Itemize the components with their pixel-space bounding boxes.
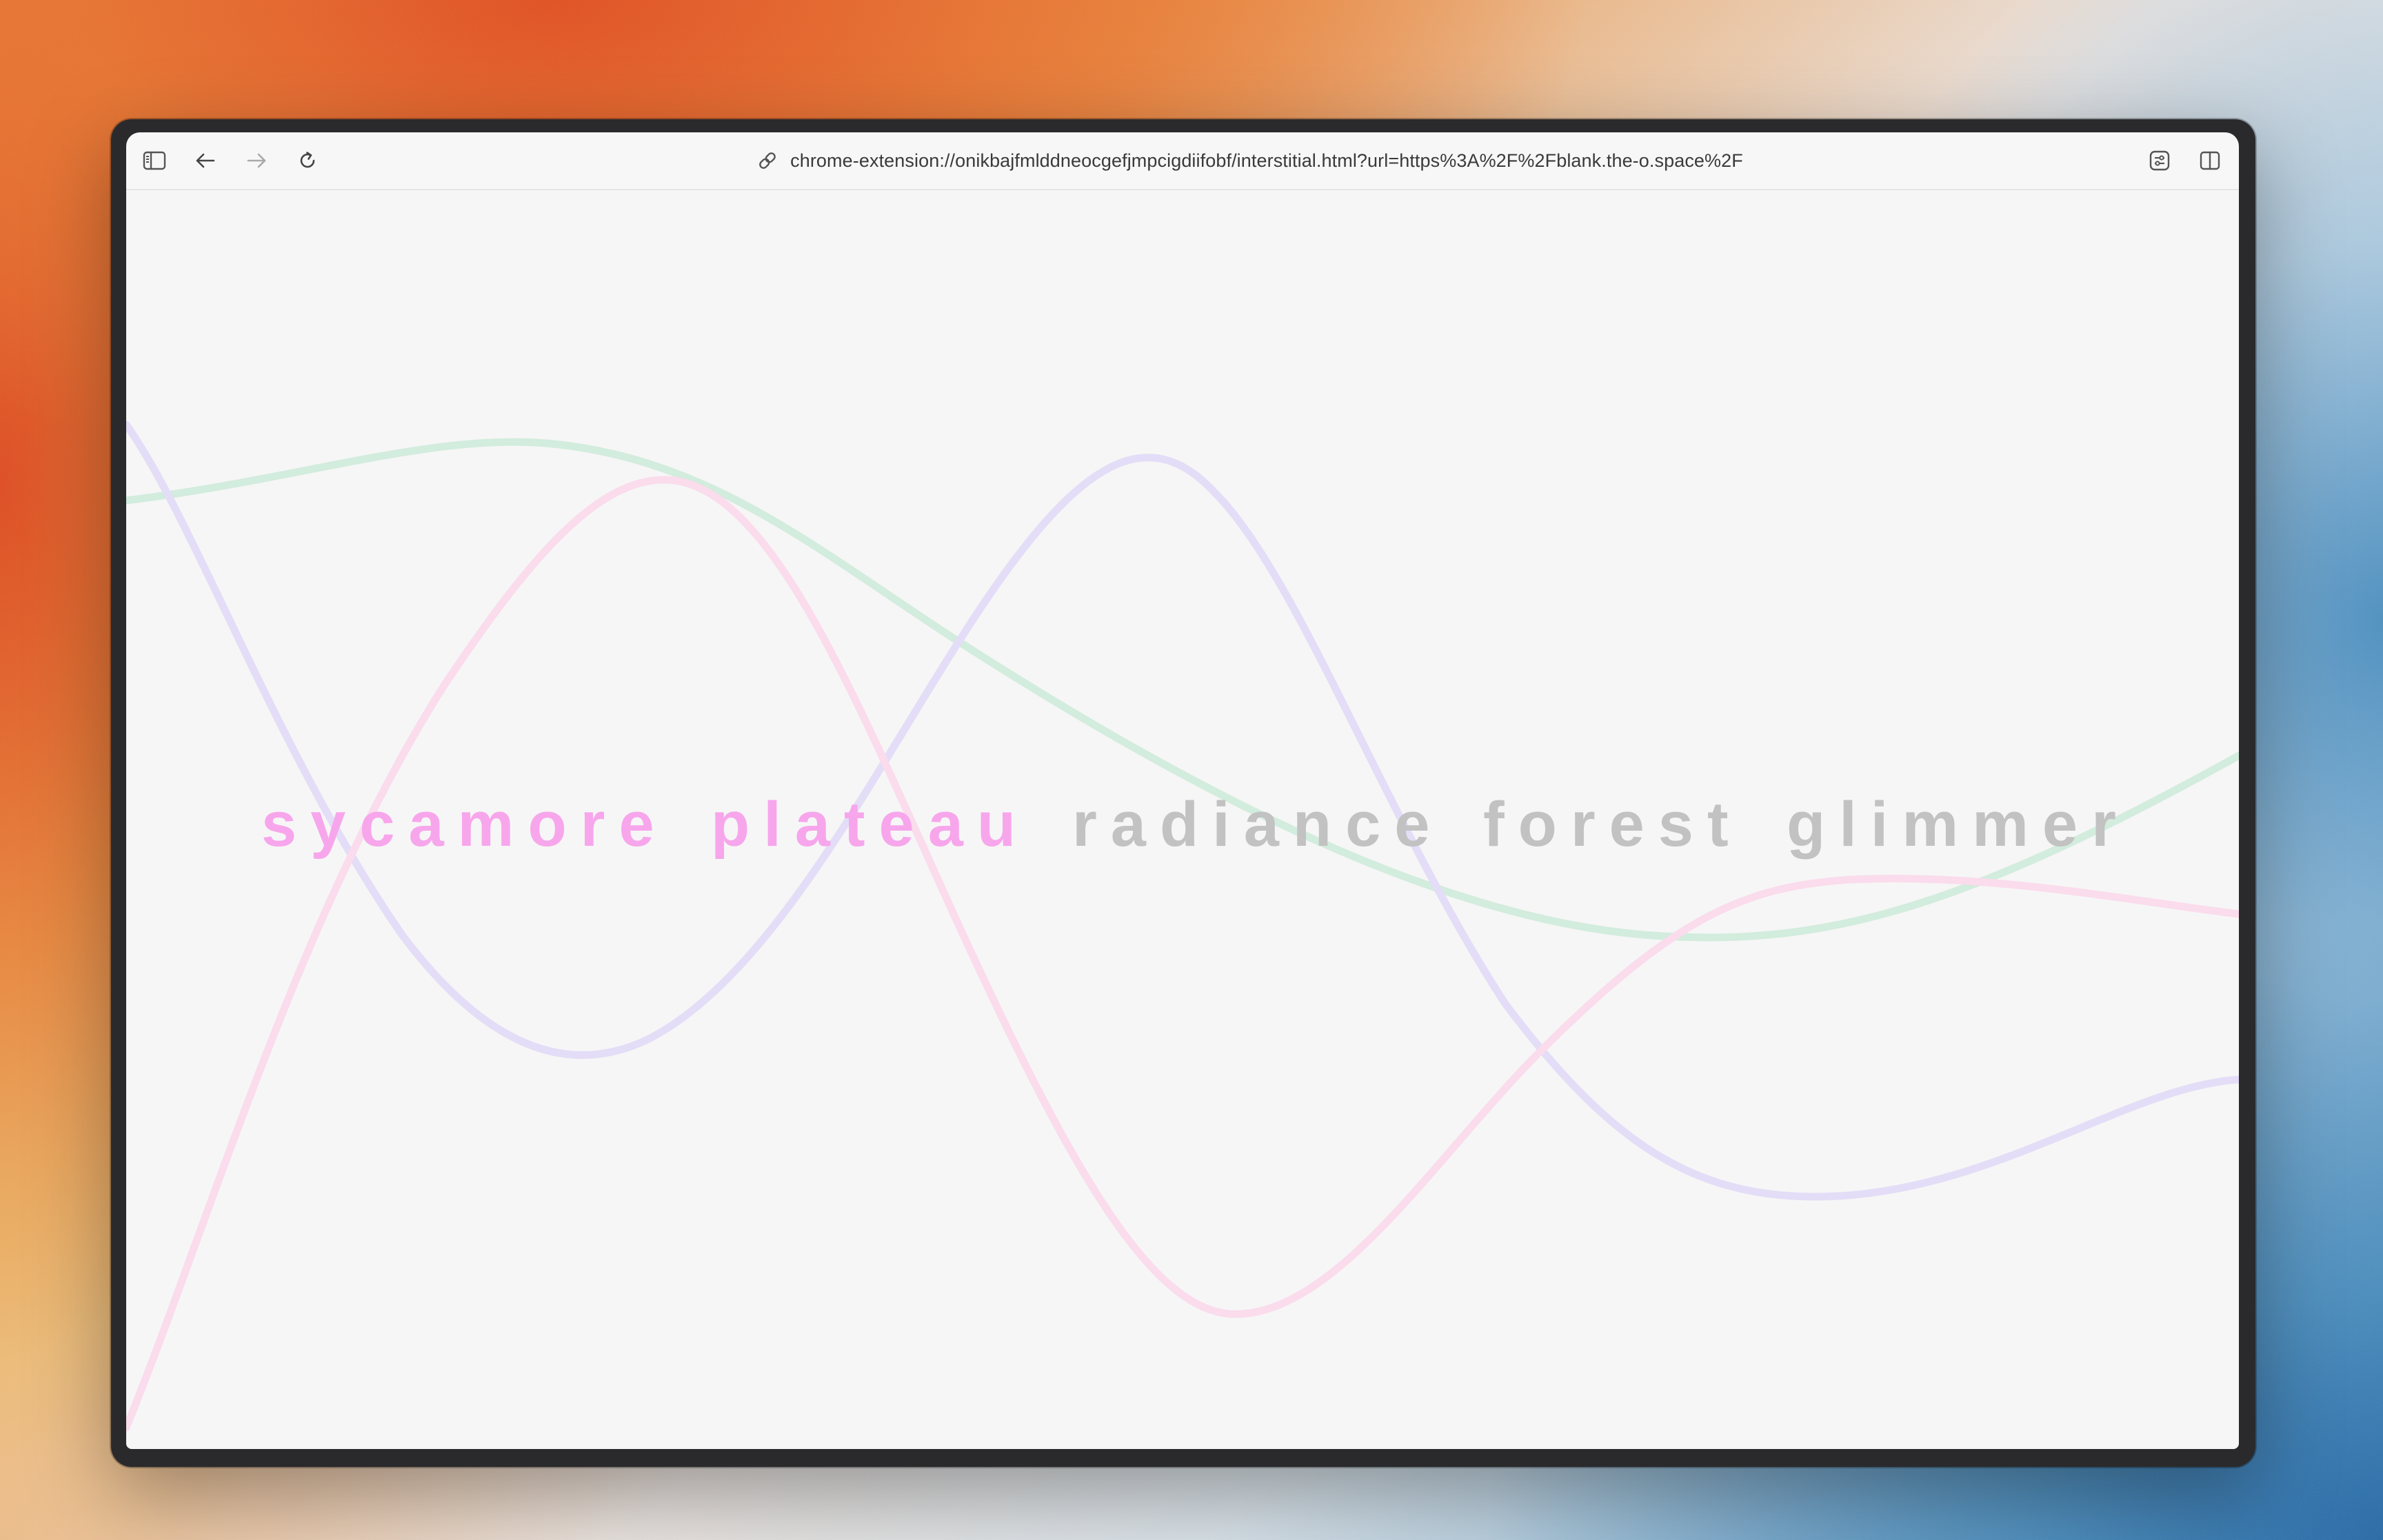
sidebar-icon [143, 151, 166, 170]
link-icon [757, 149, 781, 172]
reload-icon [297, 150, 318, 171]
reload-button[interactable] [292, 145, 323, 176]
address-bar[interactable]: chrome-extension://onikbajfmlddneocgefjm… [664, 143, 1836, 178]
browser-window: chrome-extension://onikbajfmlddneocgefjm… [111, 119, 2255, 1467]
word-row: sycamore plateau radiance forest glimmer [126, 783, 2239, 866]
word-sycamore: sycamore [261, 789, 668, 860]
word-forest: forest [1483, 789, 1742, 860]
browser-toolbar: chrome-extension://onikbajfmlddneocgefjm… [126, 132, 2239, 190]
word-glimmer: glimmer [1787, 789, 2130, 860]
sliders-icon [2149, 150, 2171, 172]
sidebar-toggle-button[interactable] [139, 145, 170, 176]
page-content: sycamore plateau radiance forest glimmer [126, 190, 2239, 1449]
url-text: chrome-extension://onikbajfmlddneocgefjm… [790, 150, 1743, 171]
word-radiance: radiance [1072, 789, 1444, 860]
split-view-button[interactable] [2194, 145, 2226, 176]
customize-button[interactable] [2144, 145, 2175, 176]
arrow-right-icon [245, 151, 268, 170]
pink-wave [126, 476, 2239, 1432]
split-view-icon [2199, 150, 2221, 171]
word-plateau: plateau [711, 789, 1030, 860]
back-button[interactable] [190, 145, 221, 176]
arrow-left-icon [194, 151, 217, 170]
desktop-background: chrome-extension://onikbajfmlddneocgefjm… [0, 0, 2383, 1540]
forward-button[interactable] [241, 145, 272, 176]
